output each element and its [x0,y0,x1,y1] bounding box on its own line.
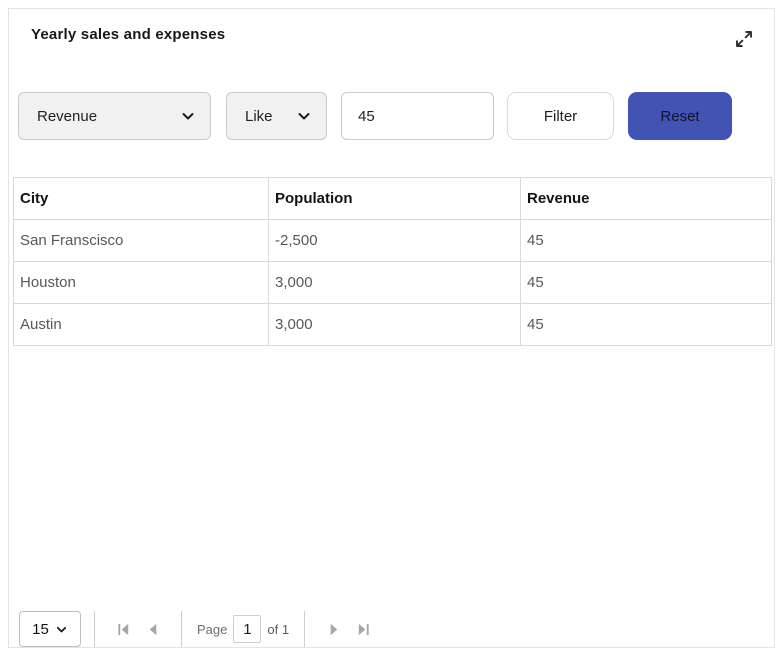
page-size-value: 15 [32,620,49,638]
divider [304,611,306,647]
previous-page-button[interactable] [140,616,166,642]
column-select[interactable]: Revenue [18,92,211,140]
expand-button[interactable] [732,27,756,51]
cell-revenue: 45 [520,303,772,346]
column-header-population: Population [268,177,521,220]
column-header-city: City [13,177,269,220]
previous-page-icon [146,622,161,637]
cell-population: -2,500 [268,219,521,262]
page-number-input[interactable] [233,615,262,643]
cell-city: San Franscisco [13,219,269,262]
column-select-value: Revenue [37,107,98,125]
total-pages-label: of 1 [267,621,290,637]
cell-revenue: 45 [520,261,772,304]
filter-value-input[interactable] [341,92,494,140]
cell-population: 3,000 [268,303,521,346]
cell-population: 3,000 [268,261,521,304]
page-title: Yearly sales and expenses [31,26,226,43]
chevron-down-icon [180,108,196,124]
first-page-icon [116,622,131,637]
page-label: Page [197,621,228,637]
reset-button[interactable]: Reset [628,92,732,140]
page-size-select[interactable]: 15 [19,611,81,647]
pagination-bar: 15 Page 1 of 1 [19,610,378,648]
table-header-row: City Population Revenue [13,177,772,220]
operator-select[interactable]: Like [226,92,327,140]
table-row: Austin 3,000 45 [13,303,772,346]
table-row: Houston 3,000 45 [13,261,772,304]
cell-city: Houston [13,261,269,304]
data-table: City Population Revenue San Franscisco -… [13,177,772,346]
next-page-icon [326,622,341,637]
chevron-down-icon [296,108,312,124]
last-page-icon [356,622,371,637]
last-page-button[interactable] [350,616,376,642]
filter-toolbar: Revenue Like Filter Reset [9,92,774,140]
first-page-button[interactable] [110,616,136,642]
next-page-button[interactable] [320,616,346,642]
divider [181,611,182,647]
chevron-down-icon [55,623,68,636]
operator-select-value: Like [245,107,273,125]
yearly-sales-panel: Yearly sales and expenses Revenue Like 4… [8,8,775,648]
column-header-revenue: Revenue [520,177,772,220]
table-row: San Franscisco -2,500 45 [13,219,772,262]
cell-city: Austin [13,303,269,346]
expand-icon [734,29,754,49]
filter-button[interactable]: Filter [507,92,614,140]
divider [94,611,95,647]
cell-revenue: 45 [520,219,772,262]
